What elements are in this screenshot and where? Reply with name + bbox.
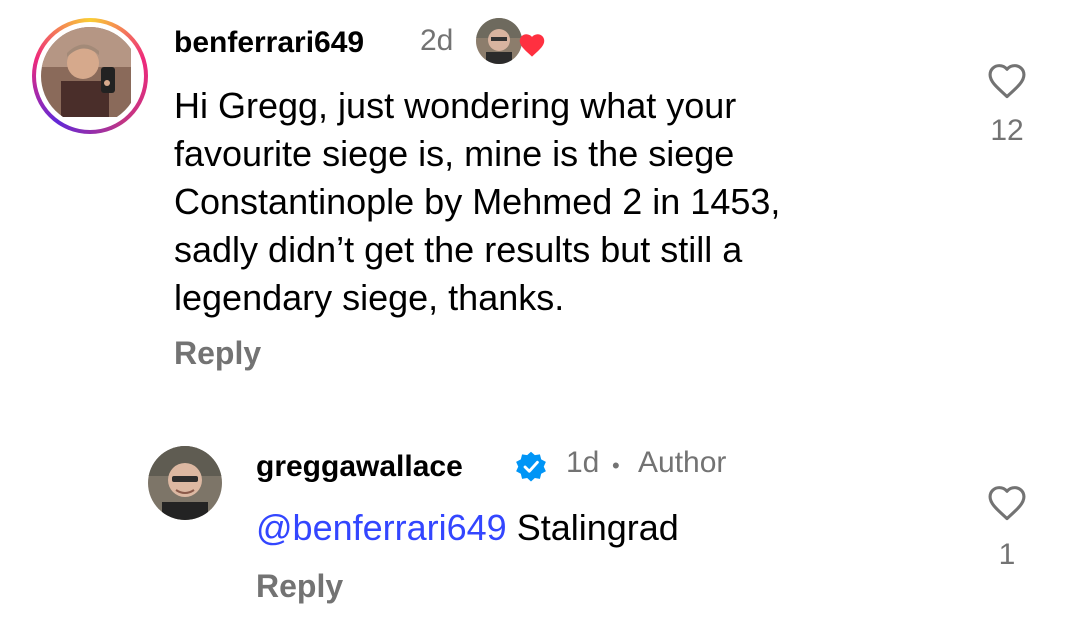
avatar-image	[148, 446, 222, 520]
author-label: Author	[638, 446, 727, 479]
comment-username[interactable]: benferrari649	[174, 26, 364, 60]
comment-item: benferrari649 2d Hi Gregg, just wonderin…	[0, 0, 1080, 400]
verified-badge-icon	[516, 451, 546, 482]
comment-text-line: Hi Gregg, just wondering what your	[174, 85, 737, 126]
author-avatar-small	[476, 18, 522, 64]
reply-button[interactable]: Reply	[174, 335, 261, 372]
commenter-avatar[interactable]	[148, 446, 222, 520]
commenter-avatar[interactable]	[32, 18, 148, 134]
heart-outline-icon[interactable]	[986, 62, 1028, 100]
comment-text-line: Constantinople by Mehmed 2 in 1453,	[174, 181, 781, 222]
comment-text-line: favourite siege is, mine is the siege	[174, 133, 735, 174]
comment-username[interactable]: greggawallace	[256, 450, 463, 484]
comment-text: Hi Gregg, just wondering what your favou…	[174, 82, 934, 322]
reply-item: greggawallace 1d • Author @benferrari649…	[0, 430, 1080, 636]
heart-outline-icon[interactable]	[986, 484, 1028, 522]
like-column: 12	[977, 62, 1037, 148]
red-heart-icon	[519, 34, 545, 57]
comment-text: @benferrari649 Stalingrad	[256, 504, 679, 552]
comment-text-line: legendary siege, thanks.	[174, 277, 565, 318]
like-count: 1	[998, 538, 1016, 571]
like-count: 12	[990, 114, 1024, 147]
meta-separator: •	[612, 453, 620, 478]
comment-timestamp: 2d	[420, 24, 454, 57]
author-liked-indicator	[476, 18, 546, 66]
reply-button[interactable]: Reply	[256, 568, 343, 605]
comment-text-content: Stalingrad	[516, 507, 679, 548]
mention-link[interactable]: @benferrari649	[256, 507, 507, 548]
avatar-photo	[41, 27, 139, 125]
comment-timestamp: 1d	[566, 446, 600, 479]
like-column: 1	[977, 484, 1037, 572]
avatar-image	[41, 27, 131, 117]
comment-text-line: sadly didn’t get the results but still a	[174, 229, 743, 270]
